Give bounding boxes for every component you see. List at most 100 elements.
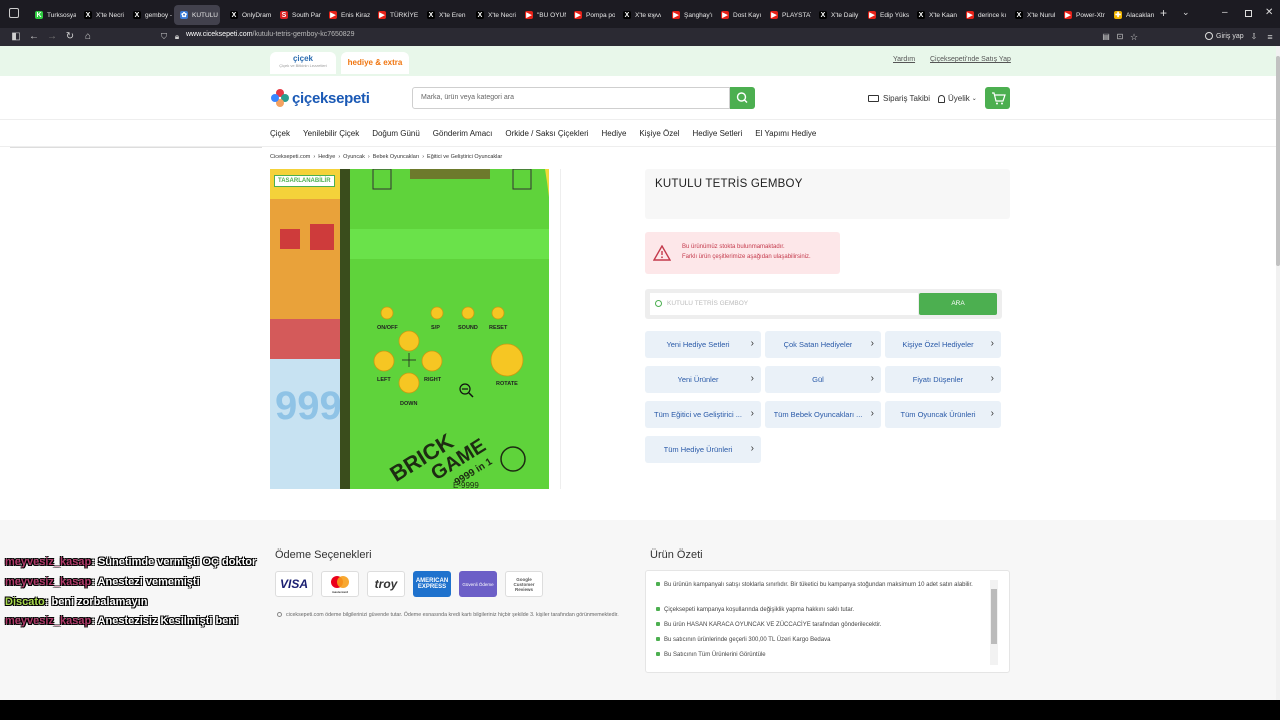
menu-item[interactable]: Gönderim Amacı (433, 129, 493, 138)
tab-title: Turksosyal (47, 11, 76, 19)
quick-link-button[interactable]: Tüm Oyuncak Ürünleri › (885, 401, 1001, 428)
browser-tab[interactable]: ▶ Dost Kayı (715, 5, 762, 25)
reader-view-icon[interactable]: ▤ (1100, 31, 1112, 43)
quick-link-button[interactable]: Kişiye Özel Hediyeler › (885, 331, 1001, 358)
tab-title: South Par (292, 11, 321, 19)
breadcrumb-link[interactable]: Bebek Oyuncakları (373, 154, 419, 160)
browser-tab[interactable]: ✚ Alacakları (1108, 5, 1155, 25)
forward-button[interactable]: → (46, 31, 58, 43)
tab-title: Power-Xtr (1076, 11, 1105, 19)
tab-overflow-chevron-icon[interactable]: ⌄ (1182, 7, 1190, 18)
cicek-site-chip[interactable]: çiçek Çiçek ve Bitkinin Lezzetleri (270, 52, 336, 74)
new-tab-button[interactable]: + (1160, 7, 1167, 19)
tab-favicon-icon: ▶ (378, 11, 386, 19)
menu-item[interactable]: Doğum Günü (372, 129, 420, 138)
breadcrumb-link[interactable]: Ciceksepeti.com (270, 154, 310, 160)
order-tracking-label: Sipariş Takibi (883, 94, 930, 103)
browser-tab[interactable]: ✿KUTULU✕ (174, 5, 220, 25)
menu-item[interactable]: Hediye (602, 129, 627, 138)
quick-link-button[interactable]: Yeni Hediye Setleri › (645, 331, 761, 358)
browser-tab[interactable]: K Turksosyal (29, 5, 76, 25)
browser-tab[interactable]: X OnlyDram (224, 5, 271, 25)
menu-item[interactable]: Çiçek (270, 129, 290, 138)
sidebar-icon[interactable]: ◧ (10, 31, 22, 43)
menu-item[interactable]: Kişiye Özel (639, 129, 679, 138)
quick-link-button[interactable]: Gül › (765, 366, 881, 393)
summary-scrollbar-thumb[interactable] (991, 589, 997, 644)
browser-tab[interactable]: ▶ "BU OYUN (519, 5, 566, 25)
browser-tab[interactable]: ▶ Enis Kiraz (323, 5, 370, 25)
maximize-button[interactable] (1245, 10, 1252, 17)
site-logo[interactable]: çiçeksepeti (270, 88, 370, 108)
reload-button[interactable]: ↻ (64, 31, 76, 43)
chat-username: meyvesiz_kasap (5, 576, 92, 588)
membership-menu[interactable]: Üyelik ⌄ (938, 94, 977, 103)
product-search-button[interactable]: ARA (919, 293, 997, 315)
browser-tab[interactable]: X X'te Necri (78, 5, 125, 25)
bookmark-star-icon[interactable]: ☆ (1128, 31, 1140, 43)
pocket-icon[interactable]: ⊡ (1114, 31, 1126, 43)
cart-button[interactable] (985, 87, 1010, 109)
game-label-rotate: ROTATE (496, 381, 518, 387)
browser-tab[interactable]: ▶ Edip Yüksı (862, 5, 909, 25)
browser-tab[interactable]: X X'te Nurul (1009, 5, 1056, 25)
browser-tab[interactable]: X X'te Kaan (911, 5, 958, 25)
browser-tab[interactable]: ▶ derince kı (960, 5, 1007, 25)
browser-tab[interactable]: ▶ TÜRKİYE (372, 5, 419, 25)
browser-tab[interactable]: ▶ Pompa po (568, 5, 615, 25)
browser-tab[interactable]: ▶ Şanghay'ı (666, 5, 713, 25)
close-window-button[interactable]: ✕ (1265, 7, 1273, 18)
browser-tab[interactable]: S South Par (274, 5, 321, 25)
menu-icon[interactable]: ≡ (1264, 31, 1276, 43)
browser-tab[interactable]: Xgemboy - (127, 5, 174, 25)
browser-tab[interactable]: ▶ Power-Xtr (1058, 5, 1105, 25)
quick-link-button[interactable]: Çok Satan Hediyeler › (765, 331, 881, 358)
tab-favicon-icon: ✿ (180, 11, 188, 19)
quick-link-button[interactable]: Tüm Eğitici ve Geliştirici ... › (645, 401, 761, 428)
quick-link-button[interactable]: Tüm Hediye Ürünleri › (645, 436, 761, 463)
browser-tab[interactable]: X X'te ɐʞʌʌ (617, 5, 664, 25)
account-icon (1205, 32, 1213, 40)
address-bar[interactable]: www.ciceksepeti.com/kutulu-tetris-gemboy… (186, 31, 354, 38)
help-link[interactable]: Yardım (893, 56, 915, 63)
breadcrumb-link[interactable]: Eğitici ve Geliştirici Oyuncaklar (427, 154, 502, 160)
game-label-left: LEFT (377, 377, 391, 383)
tab-favicon-icon: ▶ (868, 11, 876, 19)
menu-item[interactable]: Yenilebilir Çiçek (303, 129, 359, 138)
product-search-input[interactable]: KUTULU TETRİS GEMBOY (650, 293, 918, 315)
menu-item[interactable]: Orkide / Saksı Çiçekleri (505, 129, 588, 138)
account-button[interactable]: Giriş yap (1205, 32, 1244, 40)
menu-item[interactable]: Hediye Setleri (692, 129, 742, 138)
breadcrumb-link[interactable]: Oyuncak (343, 154, 365, 160)
product-image[interactable]: 999 ON/OFF S/P SOUND RESET LEFT RIGHT DO… (270, 169, 549, 489)
order-tracking-link[interactable]: Sipariş Takibi (868, 94, 930, 103)
tab-title: Pompa po (586, 11, 615, 19)
quick-link-button[interactable]: Fiyatı Düşenler › (885, 366, 1001, 393)
seller-products-link[interactable]: Bu Satıcının Tüm Ürünlerini Görüntüle (656, 651, 991, 659)
extensions-icon[interactable]: ⇩ (1248, 31, 1260, 43)
shield-icon[interactable]: ⛉ (158, 31, 170, 43)
browser-tab[interactable]: ▶ PLAYSTAT (764, 5, 811, 25)
tab-title: X'te Daily (831, 11, 859, 19)
browser-tab[interactable]: X X'te Necri (470, 5, 517, 25)
game-label-sound: SOUND (458, 325, 478, 331)
site-search-button[interactable] (730, 87, 755, 109)
sell-link[interactable]: Çiçeksepeti'nde Satış Yap (930, 56, 1011, 63)
browser-tab[interactable]: X X'te Daily (813, 5, 860, 25)
back-button[interactable]: ← (28, 31, 40, 43)
tab-title: X'te ɐʞʌʌ (635, 11, 662, 19)
out-of-stock-alert: Bu ürünümüz stokta bulunmamaktadır. Fark… (645, 232, 840, 274)
breadcrumb-link[interactable]: Hediye (318, 154, 335, 160)
quick-link-button[interactable]: Yeni Ürünler › (645, 366, 761, 393)
hediye-site-chip[interactable]: hediye & extra (341, 52, 409, 74)
quick-link-button[interactable]: Tüm Bebek Oyuncakları ... › (765, 401, 881, 428)
browser-tab[interactable]: X X'te Eren (421, 5, 468, 25)
tab-favicon-icon: X (819, 11, 827, 19)
site-search-input[interactable]: Marka, ürün veya kategori ara (412, 87, 730, 109)
home-icon[interactable]: ⌂ (82, 31, 94, 43)
page-scrollbar-thumb[interactable] (1276, 56, 1280, 266)
membership-label: Üyelik (948, 94, 970, 103)
menu-item[interactable]: El Yapımı Hediye (755, 129, 816, 138)
minimize-button[interactable]: – (1222, 7, 1228, 18)
tab-list-icon[interactable] (9, 8, 19, 18)
